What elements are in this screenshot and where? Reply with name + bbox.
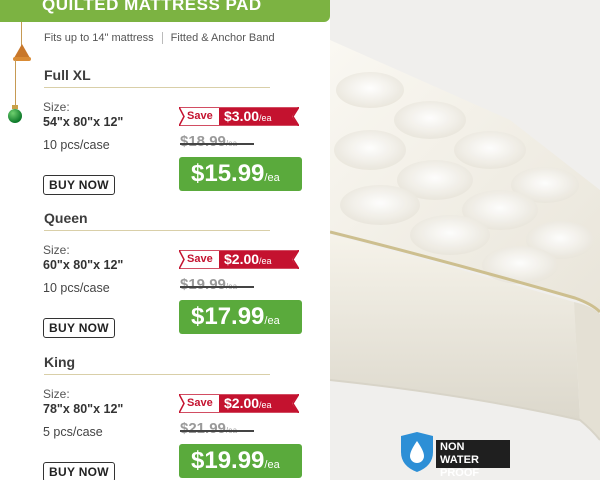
bell-ornament-icon: [14, 44, 30, 58]
sale-price: $17.99/ea: [179, 300, 302, 334]
divider: [161, 32, 163, 45]
product-panel: QUILTED MATTRESS PAD Fits up to 14" matt…: [0, 0, 330, 480]
band-info: Fitted & Anchor Band: [170, 32, 275, 44]
product-name: Queen: [44, 210, 88, 226]
strikethrough: [180, 430, 254, 432]
size-value: 54"x 80"x 12": [43, 115, 124, 129]
divider: [44, 230, 270, 231]
buy-now-button[interactable]: BUY NOW: [43, 462, 115, 480]
product-full-xl: Full XL Size: 54"x 80"x 12" 10 pcs/case …: [0, 67, 330, 211]
case-quantity: 10 pcs/case: [43, 138, 110, 152]
save-label: Save: [187, 110, 213, 122]
save-badge: Save $2.00/ea: [179, 394, 299, 413]
save-badge: Save $3.00/ea: [179, 107, 299, 126]
sale-price: $19.99/ea: [179, 444, 302, 478]
size-value: 78"x 80"x 12": [43, 402, 124, 416]
original-price: $19.99/ea: [180, 276, 237, 293]
subtitle: Fits up to 14" mattress Fitted & Anchor B…: [44, 32, 275, 45]
save-label: Save: [187, 253, 213, 265]
strikethrough: [180, 143, 254, 145]
non-water-proof-badge: NON WATER PROOF: [436, 440, 510, 479]
divider: [44, 87, 270, 88]
header-bar: QUILTED MATTRESS PAD: [0, 0, 330, 22]
product-king: King Size: 78"x 80"x 12" 5 pcs/case BUY …: [0, 354, 330, 480]
buy-now-button[interactable]: BUY NOW: [43, 318, 115, 338]
divider: [44, 374, 270, 375]
page-title: QUILTED MATTRESS PAD: [42, 0, 262, 14]
size-value: 60"x 80"x 12": [43, 258, 124, 272]
save-amount: $2.00/ea: [224, 395, 272, 411]
size-label: Size:: [43, 243, 70, 257]
product-image: [330, 0, 600, 480]
mattress-pad-illustration: [330, 0, 600, 480]
original-price: $18.99/ea: [180, 133, 237, 150]
product-name: King: [44, 354, 76, 370]
original-price: $21.99/ea: [180, 420, 237, 437]
buy-now-button[interactable]: BUY NOW: [43, 175, 115, 195]
product-name: Full XL: [44, 67, 91, 83]
fit-info: Fits up to 14" mattress: [44, 32, 154, 44]
save-amount: $3.00/ea: [224, 108, 272, 124]
case-quantity: 10 pcs/case: [43, 281, 110, 295]
strikethrough: [180, 286, 254, 288]
size-label: Size:: [43, 100, 70, 114]
case-quantity: 5 pcs/case: [43, 425, 103, 439]
size-label: Size:: [43, 387, 70, 401]
sale-price: $15.99/ea: [179, 157, 302, 191]
product-queen: Queen Size: 60"x 80"x 12" 10 pcs/case BU…: [0, 210, 330, 354]
save-label: Save: [187, 397, 213, 409]
save-badge: Save $2.00/ea: [179, 250, 299, 269]
save-amount: $2.00/ea: [224, 251, 272, 267]
